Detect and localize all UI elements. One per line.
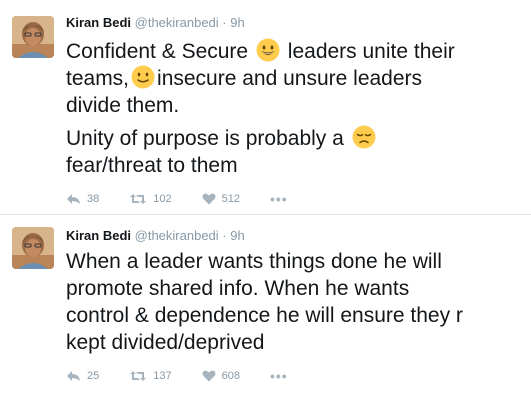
retweet-button[interactable]: 137 bbox=[129, 370, 172, 382]
smiling-face-emoji bbox=[256, 38, 280, 62]
tweet-text-line: divide them. bbox=[66, 94, 180, 117]
tweet-text: When a leader wants things done he will … bbox=[66, 248, 526, 356]
reply-button[interactable]: 25 bbox=[66, 370, 99, 382]
tweet-text-segment: leaders unite their bbox=[287, 40, 455, 63]
retweet-icon bbox=[130, 194, 147, 204]
tweet-text-line: When a leader wants things done he will bbox=[66, 250, 442, 273]
tweet-text: Confident & Secure leaders unite their t… bbox=[66, 38, 526, 179]
reply-count: 25 bbox=[87, 370, 100, 382]
retweet-button[interactable]: 102 bbox=[129, 193, 172, 205]
avatar-image bbox=[12, 16, 54, 58]
tweet-text-segment: insecure and unsure leaders bbox=[157, 67, 423, 90]
like-button[interactable]: 512 bbox=[202, 193, 240, 205]
tweet-actions: 38 102 512 ••• bbox=[66, 192, 288, 206]
author-avatar[interactable] bbox=[12, 16, 54, 58]
reply-icon bbox=[67, 371, 80, 381]
tweet-timestamp[interactable]: 9h bbox=[230, 228, 244, 243]
author-avatar[interactable] bbox=[12, 227, 54, 269]
reply-button[interactable]: 38 bbox=[66, 193, 99, 205]
tweet-timestamp[interactable]: 9h bbox=[230, 15, 244, 30]
heart-icon bbox=[202, 193, 216, 205]
like-count: 608 bbox=[221, 370, 240, 382]
author-handle[interactable]: @thekiranbedi bbox=[135, 15, 219, 30]
slightly-smiling-face-emoji bbox=[131, 65, 155, 89]
disappointed-face-emoji bbox=[352, 125, 376, 149]
like-button[interactable]: 608 bbox=[202, 370, 240, 382]
author-name[interactable]: Kiran Bedi bbox=[66, 228, 131, 243]
author-handle[interactable]: @thekiranbedi bbox=[135, 228, 219, 243]
tweet-text-line: fear/threat to them bbox=[66, 154, 238, 177]
tweet-text-line: control & dependence he will ensure they… bbox=[66, 304, 463, 327]
tweet-text-line: Unity of purpose is probably a bbox=[66, 125, 526, 152]
like-count: 512 bbox=[221, 193, 240, 205]
tweet-text-line: Confident & Secure leaders unite their bbox=[66, 38, 526, 65]
tweet-header: Kiran Bedi @thekiranbedi · 9h bbox=[66, 15, 245, 31]
tweet-text-line: kept divided/deprived bbox=[66, 331, 265, 354]
heart-icon bbox=[202, 370, 216, 382]
separator: · bbox=[222, 228, 227, 243]
retweet-count: 102 bbox=[153, 193, 172, 205]
tweet-actions: 25 137 608 ••• bbox=[66, 369, 288, 383]
reply-icon bbox=[67, 194, 80, 204]
tweet-text-segment: Confident & Secure bbox=[66, 40, 249, 63]
reply-count: 38 bbox=[87, 193, 100, 205]
more-options-button[interactable]: ••• bbox=[270, 192, 288, 206]
tweet-text-segment: teams, bbox=[66, 67, 130, 90]
separator: · bbox=[222, 15, 227, 30]
author-name[interactable]: Kiran Bedi bbox=[66, 15, 131, 30]
tweet-text-line: teams, insecure and unsure leaders bbox=[66, 65, 526, 92]
tweet-header: Kiran Bedi @thekiranbedi · 9h bbox=[66, 228, 245, 244]
retweet-icon bbox=[130, 371, 147, 381]
more-options-button[interactable]: ••• bbox=[270, 369, 288, 383]
tweet-text-segment: Unity of purpose is probably a bbox=[66, 127, 344, 150]
retweet-count: 137 bbox=[153, 370, 172, 382]
avatar-image bbox=[12, 227, 54, 269]
tweet-timeline: Kiran Bedi @thekiranbedi · 9h Confident … bbox=[0, 0, 531, 400]
tweet-text-line: promote shared info. When he wants bbox=[66, 277, 410, 300]
